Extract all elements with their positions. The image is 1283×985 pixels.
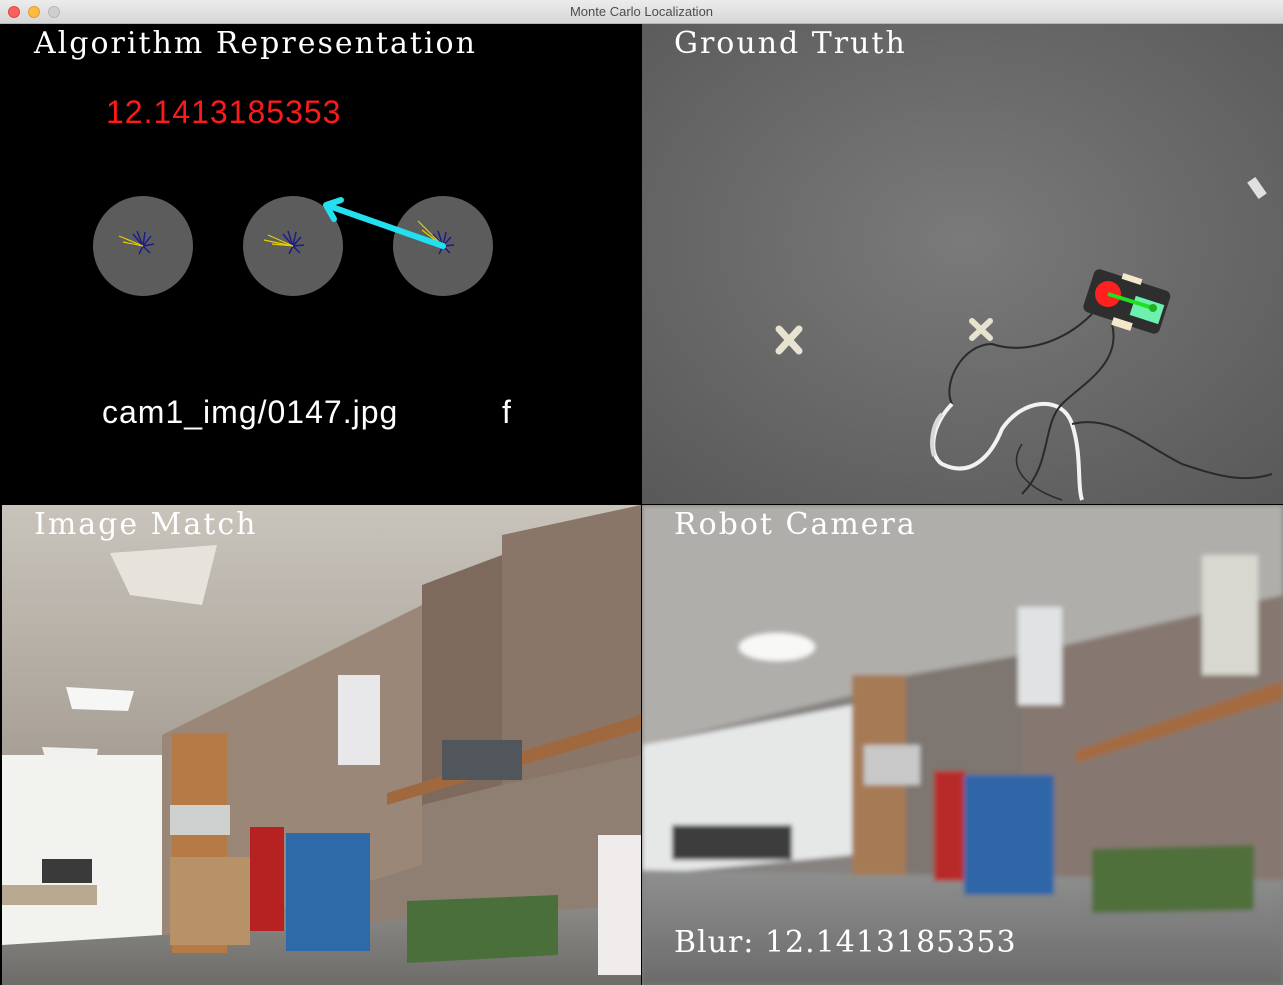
ceiling-light [42, 747, 98, 761]
produce-box [407, 895, 558, 963]
red-tool-chest [250, 827, 284, 931]
ground-truth-pane: Ground Truth [642, 24, 1283, 504]
algorithm-representation-pane: Algorithm Representation 12.1413185353 c… [2, 24, 641, 504]
office-monitor [42, 859, 92, 883]
blur-score-readout: 12.1413185353 [106, 94, 342, 130]
printer [864, 745, 920, 785]
robot-camera-feed [642, 505, 1283, 985]
stacked-items [1202, 555, 1258, 675]
pane-label-robot-camera: Robot Camera [674, 507, 917, 542]
window-title: Monte Carlo Localization [569, 4, 714, 19]
table-items [442, 740, 522, 780]
wall-dispenser [338, 675, 380, 765]
title-bar[interactable]: Monte Carlo Localization [0, 0, 1283, 24]
wall-dispenser [1018, 607, 1062, 705]
status-flag: f [502, 394, 511, 430]
blue-trash-bin [964, 775, 1054, 895]
shelf-unit [170, 857, 250, 945]
bright-window-area [2, 755, 162, 945]
overhead-camera-view [642, 24, 1283, 504]
red-tool-chest [934, 771, 966, 881]
matched-database-photo [2, 505, 641, 985]
image-match-pane: Image Match [2, 505, 641, 985]
printer [170, 805, 230, 835]
blue-trash-bin [286, 833, 370, 951]
pane-label-image-match: Image Match [34, 507, 258, 542]
ceiling-light [739, 633, 815, 661]
office-furniture [672, 825, 792, 860]
office-desk [2, 885, 97, 905]
app-window: Monte Carlo Localization Algorithm Repre… [0, 0, 1283, 985]
pane-label-algorithm: Algorithm Representation [34, 26, 477, 61]
blur-caption: Blur: 12.1413185353 [674, 925, 1017, 960]
ceiling-light [66, 687, 134, 711]
pane-label-ground-truth: Ground Truth [674, 26, 907, 61]
paper-bag [598, 835, 641, 975]
carpet-floor [642, 24, 1283, 504]
location-disc-1 [93, 196, 193, 296]
robot-camera-pane: Robot Camera Blur: 12.1413185353 [642, 505, 1283, 985]
matched-image-path: cam1_img/0147.jpg [102, 394, 399, 430]
produce-box [1092, 845, 1254, 913]
